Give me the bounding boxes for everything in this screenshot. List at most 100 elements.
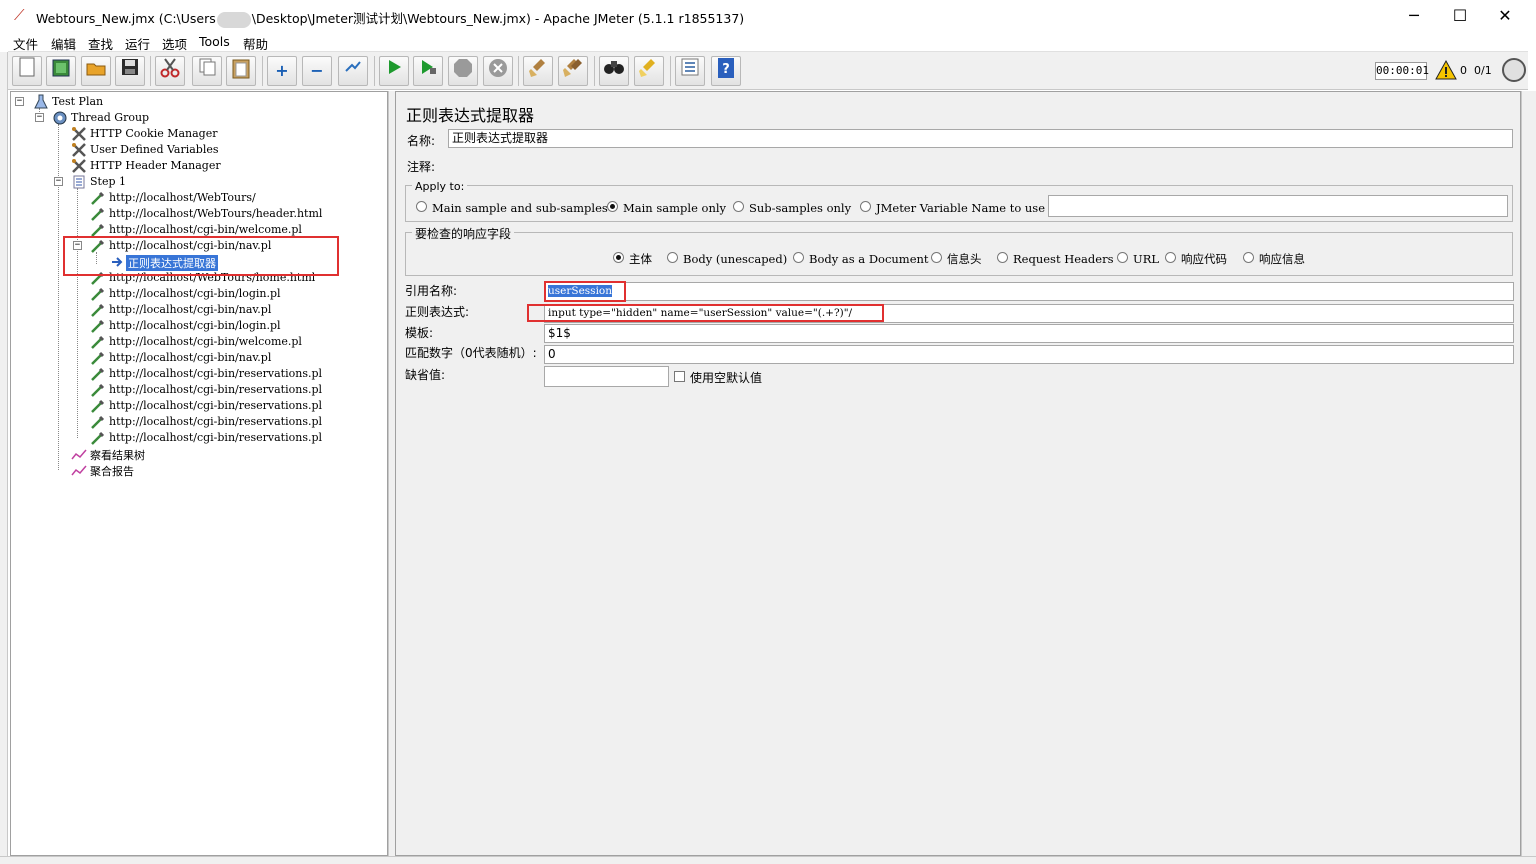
tools-icon [72,143,86,157]
paste-icon[interactable] [226,56,256,86]
collapse-icon[interactable]: − [302,56,332,86]
apply-main-only-label: Main sample only [623,201,727,215]
expander-nav-sampler[interactable]: − [73,241,82,250]
flask-icon [34,94,48,109]
field-body-document-radio[interactable] [793,252,804,263]
apply-variable-radio[interactable] [860,201,871,212]
pipette-icon [91,191,105,205]
use-empty-default-label: 使用空默认值 [690,371,763,385]
name-label: 名称: [407,134,436,148]
menu-edit[interactable]: 编辑 [51,34,76,53]
jmeter-feather-icon: ⟋ [14,6,25,24]
field-body-label: 主体 [629,252,652,266]
name-field[interactable]: 正则表达式提取器 [448,129,1513,148]
new-icon[interactable] [12,56,42,86]
maximize-button[interactable]: ☐ [1437,0,1483,31]
pipette-icon [91,351,105,365]
start-no-pause-icon[interactable] [413,56,443,86]
tools-icon [72,127,86,141]
tools-icon [72,159,86,173]
apply-main-only-radio[interactable] [607,201,618,212]
expander-thread-group[interactable]: − [35,113,44,122]
templates-icon[interactable] [46,56,76,86]
menu-bar: 文件 编辑 查找 运行 选项 Tools 帮助 [8,31,1528,52]
ref-name-selected-text: userSession [548,285,613,297]
field-response-message-radio[interactable] [1243,252,1254,263]
stop-icon[interactable] [448,56,478,86]
save-icon[interactable] [115,56,145,86]
pipette-icon [91,287,105,301]
clear-icon[interactable] [523,56,553,86]
window-left-edge [0,52,8,864]
apply-main-and-sub-radio[interactable] [416,201,427,212]
comment-field[interactable] [441,154,1513,173]
menu-search[interactable]: 查找 [88,34,113,53]
regex-field[interactable]: input type="hidden" name="userSession" v… [544,304,1514,323]
expander-test-plan[interactable]: − [15,97,24,106]
minimize-button[interactable]: ─ [1391,0,1437,31]
expand-icon[interactable]: + [267,56,297,86]
cut-icon[interactable] [155,56,185,86]
field-request-headers-radio[interactable] [997,252,1008,263]
open-icon[interactable] [81,56,111,86]
toggle-icon[interactable] [338,56,368,86]
field-response-message-label: 响应信息 [1259,252,1305,266]
warning-count: 0 [1460,64,1467,77]
pipette-icon [91,319,105,333]
menu-options[interactable]: 选项 [162,34,187,53]
menu-run[interactable]: 运行 [125,34,150,53]
ref-name-field[interactable]: userSession [544,282,1514,301]
help-icon[interactable]: ? [711,56,741,86]
pipette-icon [91,431,105,445]
pipette-icon [91,207,105,221]
clear-all-icon[interactable] [558,56,588,86]
shutdown-icon[interactable] [483,56,513,86]
menu-tools[interactable]: Tools [199,34,230,49]
pipette-icon [91,335,105,349]
template-label: 模板: [405,326,434,340]
field-response-code-label: 响应代码 [1181,252,1227,266]
field-body-unescaped-label: Body (unescaped) [683,252,788,266]
expander-step[interactable]: − [54,177,63,186]
template-field[interactable]: $1$ [544,324,1514,343]
function-helper-icon[interactable] [675,56,705,86]
bottom-status-strip [0,856,1536,864]
response-field-legend: 要检查的响应字段 [412,225,515,242]
field-response-code-radio[interactable] [1165,252,1176,263]
field-headers-radio[interactable] [931,252,942,263]
apply-sub-only-radio[interactable] [733,201,744,212]
field-request-headers-label: Request Headers [1013,252,1114,266]
field-url-radio[interactable] [1117,252,1128,263]
pipette-icon [91,399,105,413]
close-window-button[interactable]: ✕ [1482,0,1528,31]
use-empty-default-checkbox[interactable] [674,371,685,382]
apply-sub-only-label: Sub-samples only [749,201,852,215]
warning-icon[interactable] [1435,59,1457,81]
gear-icon [53,111,67,125]
start-icon[interactable] [379,56,409,86]
field-body-unescaped-radio[interactable] [667,252,678,263]
chart-line-icon [71,465,87,476]
menu-file[interactable]: 文件 [13,34,38,53]
pipette-icon [91,303,105,317]
redacted-username [216,11,251,28]
pipette-icon [91,367,105,381]
jmeter-variable-field[interactable] [1048,195,1508,217]
title-bar: ⟋ Webtours_New.jmx (C:\Users \Desktop\Jme… [0,0,1528,31]
remote-engine-icon [1502,58,1526,82]
panel-splitter[interactable] [388,91,395,856]
match-number-field[interactable]: 0 [544,345,1514,364]
field-body-radio[interactable] [613,252,624,263]
default-value-field[interactable] [544,366,669,387]
pipette-icon [91,415,105,429]
search-icon[interactable] [599,56,629,86]
copy-icon[interactable] [192,56,222,86]
reset-search-icon[interactable] [634,56,664,86]
active-threads: 0/1 [1474,64,1492,77]
comment-label: 注释: [407,160,436,174]
controller-icon [73,175,85,189]
svg-text:?: ? [722,62,730,77]
field-body-document-label: Body as a Document [809,252,929,266]
page-title: 正则表达式提取器 [406,106,535,125]
menu-help[interactable]: 帮助 [243,34,268,53]
